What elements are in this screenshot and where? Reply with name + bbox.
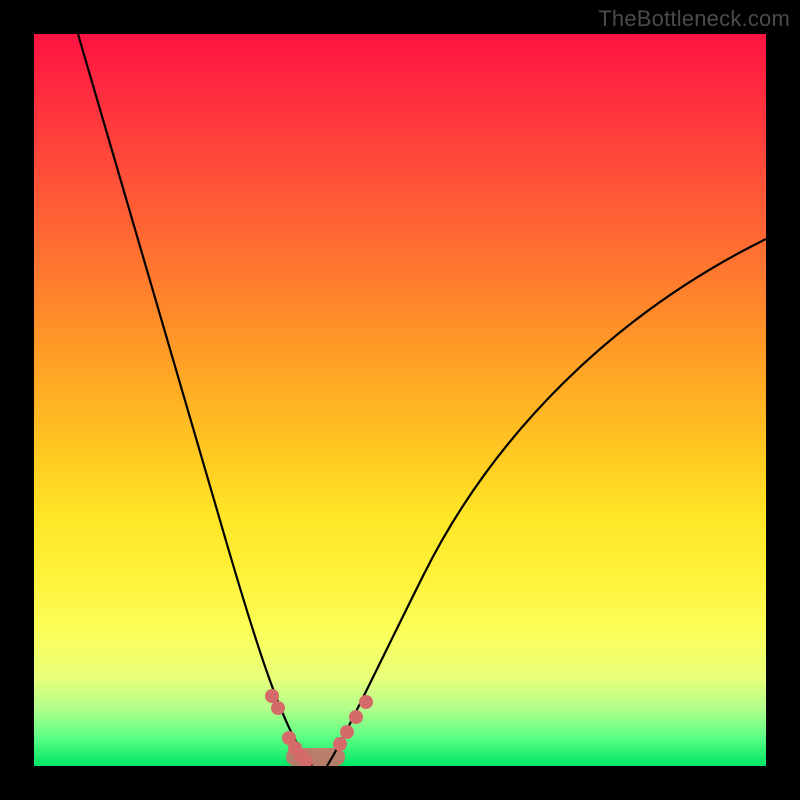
marker-dot [271, 701, 285, 715]
marker-dot [349, 710, 363, 724]
marker-dot [340, 725, 354, 739]
left-curve [78, 34, 312, 766]
right-curve [327, 239, 766, 766]
chart-frame: TheBottleneck.com [0, 0, 800, 800]
watermark-text: TheBottleneck.com [598, 6, 790, 32]
marker-dot [333, 737, 347, 751]
chart-svg [34, 34, 766, 766]
marker-dot [359, 695, 373, 709]
plot-area [34, 34, 766, 766]
marker-dot [265, 689, 279, 703]
